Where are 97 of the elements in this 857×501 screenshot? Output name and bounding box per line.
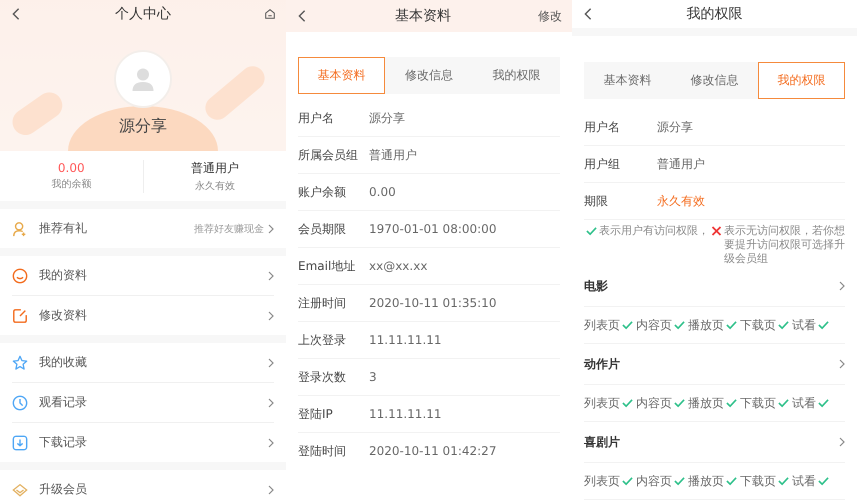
menu-label: 我的收藏 [39, 354, 88, 371]
permission-label: 下载页 [740, 394, 776, 412]
field-label: 登陆时间 [298, 442, 347, 460]
chevron-icon [268, 310, 274, 320]
star-icon [12, 354, 28, 370]
diamond-icon [12, 482, 28, 498]
chevron-icon [839, 437, 845, 447]
tab[interactable]: 修改信息 [671, 62, 758, 99]
stat-label: 我的余额 [51, 178, 92, 191]
permission-label: 试看 [792, 316, 816, 334]
field-value: 永久有效 [657, 192, 705, 210]
chevron-icon [268, 484, 274, 494]
category-name: 喜剧片 [584, 434, 620, 450]
legend-text: 表示无访问权限，若你想要提升访问权限可选择升级会员组 [724, 224, 845, 266]
check-icon [586, 226, 597, 236]
menu-label: 修改资料 [39, 307, 88, 324]
category-row[interactable]: 喜剧片 [584, 422, 845, 463]
menu-label: 升级会员 [39, 481, 88, 498]
field-value: 源分享 [657, 118, 693, 136]
field-label: 用户组 [584, 156, 621, 172]
menu-item[interactable]: 修改资料 [12, 296, 274, 335]
permission-label: 播放页 [688, 394, 724, 412]
menu-item[interactable]: 我的资料 [12, 256, 274, 296]
field-value: 11.11.11.11 [369, 407, 442, 421]
back-icon[interactable] [296, 9, 308, 23]
chevron-icon [268, 270, 274, 280]
page-title: 个人中心 [115, 5, 171, 23]
field-label: 账户余额 [298, 184, 347, 200]
menu-label: 推荐有礼 [39, 220, 88, 237]
home-icon[interactable] [264, 7, 276, 21]
chevron-icon [268, 398, 274, 408]
cross-icon [711, 226, 722, 236]
field-label: 登陆IP [298, 406, 334, 422]
permission-label: 内容页 [636, 394, 672, 412]
permission-label: 试看 [792, 472, 816, 490]
field-label: Email地址 [298, 258, 356, 274]
menu-hint: 推荐好友赚现金 [194, 222, 264, 236]
permission-label: 试看 [792, 394, 816, 412]
chevron-icon [268, 224, 274, 234]
category-row[interactable]: 动作片 [584, 344, 845, 385]
category-row[interactable]: 电影 [584, 266, 845, 307]
chevron-icon [839, 359, 845, 369]
permission-label: 列表页 [584, 472, 620, 490]
smile-icon [12, 268, 28, 284]
field-value: xx@xx.xx [369, 259, 428, 273]
user-name: 源分享 [118, 116, 168, 137]
field-value: 2020-10-11 01:42:27 [369, 444, 496, 458]
stat-value: 普通用户 [190, 160, 239, 176]
edit-icon [12, 308, 28, 324]
page-title: 基本资料 [395, 7, 451, 25]
menu-item[interactable]: 我的收藏 [12, 343, 274, 383]
field-value: 0.00 [369, 185, 396, 199]
legend-text: 表示用户有访问权限， [599, 224, 709, 238]
back-icon[interactable] [582, 7, 594, 21]
field-value: 11.11.11.11 [369, 333, 442, 347]
field-value: 3 [369, 370, 377, 384]
permission-label: 播放页 [688, 472, 724, 490]
menu-label: 下载记录 [39, 434, 88, 451]
category-name: 动作片 [584, 356, 620, 372]
stat-label: 永久有效 [194, 180, 235, 192]
download-icon [12, 434, 28, 450]
clock-icon [12, 394, 28, 410]
field-label: 注册时间 [298, 294, 347, 312]
field-label: 会员期限 [298, 220, 347, 238]
tab[interactable]: 修改信息 [385, 57, 473, 94]
field-value: 普通用户 [369, 146, 417, 164]
permission-label: 列表页 [584, 316, 620, 334]
field-label: 所属会员组 [298, 146, 359, 164]
tab[interactable]: 基本资料 [584, 62, 671, 99]
permission-label: 播放页 [688, 316, 724, 334]
chevron-icon [268, 438, 274, 448]
menu-label: 观看记录 [39, 394, 88, 411]
field-value: 2020-10-11 01:35:10 [369, 296, 496, 310]
field-value: 源分享 [369, 110, 405, 126]
field-label: 上次登录 [298, 332, 347, 348]
stat-value: 0.00 [58, 161, 85, 175]
field-value: 普通用户 [657, 156, 705, 172]
menu-item[interactable]: 下载记录 [12, 423, 274, 462]
chevron-icon [268, 358, 274, 368]
field-label: 登录次数 [298, 368, 347, 386]
edit-button[interactable]: 修改 [538, 8, 562, 24]
field-label: 用户名 [298, 110, 335, 126]
tab[interactable]: 我的权限 [472, 57, 560, 94]
chevron-icon [839, 281, 845, 291]
permission-label: 下载页 [740, 316, 776, 334]
page-title: 我的权限 [686, 5, 742, 23]
field-value: 1970-01-01 08:00:00 [369, 222, 496, 236]
back-icon[interactable] [10, 7, 22, 21]
permission-label: 列表页 [584, 394, 620, 412]
field-label: 期限 [584, 192, 609, 210]
field-label: 用户名 [584, 118, 621, 136]
menu-item[interactable]: 观看记录 [12, 383, 274, 423]
permission-label: 内容页 [636, 472, 672, 490]
permission-label: 下载页 [740, 472, 776, 490]
permission-label: 内容页 [636, 316, 672, 334]
menu-label: 我的资料 [39, 267, 88, 284]
category-name: 电影 [584, 278, 608, 294]
